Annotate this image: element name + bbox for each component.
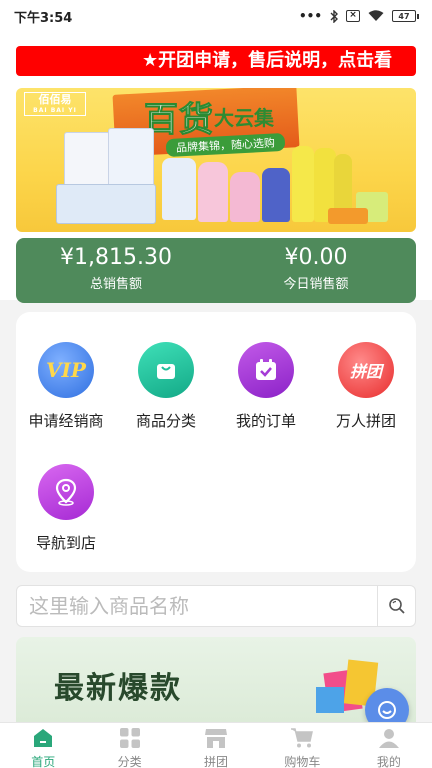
vip-icon: VIP	[38, 342, 94, 398]
group-buy-icon-text: 拼团	[349, 362, 382, 381]
brand-logo-subtext: BAI BAI YI	[33, 107, 77, 114]
tab-group-buy-label: 拼团	[204, 755, 229, 768]
notice-text: ★开团申请，售后说明，点击看	[142, 50, 393, 71]
product-bottle	[198, 162, 228, 222]
menu-label: 申请经销商	[28, 412, 104, 430]
banner-title-secondary: 大云集	[214, 106, 274, 130]
menu-item-group-buy[interactable]: 拼团 万人拼团	[316, 342, 416, 452]
home-icon	[34, 729, 53, 747]
menu-label: 我的订单	[235, 412, 296, 430]
cart-icon	[291, 728, 314, 748]
product-tissue-box	[108, 128, 154, 188]
banner-title: 百货	[144, 100, 214, 141]
no-sim-icon: ×	[346, 10, 360, 22]
menu-item-my-orders[interactable]: 我的订单	[216, 342, 316, 452]
location-pin-icon	[38, 464, 94, 520]
search-bar	[16, 585, 416, 627]
tab-home[interactable]: 首页	[0, 723, 86, 768]
promo-banner[interactable]: 佰佰易 BAI BAI YI 百货 大云集 品牌集锦，随心选购	[16, 88, 416, 232]
bag-icon	[138, 342, 194, 398]
search-button[interactable]	[377, 586, 415, 626]
menu-item-categories[interactable]: 商品分类	[116, 342, 216, 452]
tab-home-label: 首页	[31, 755, 56, 768]
calendar-check-icon	[238, 342, 294, 398]
total-sales-amount: ¥1,815.30	[60, 245, 172, 270]
today-sales-label: 今日销售额	[283, 277, 349, 292]
feature-menu: VIP 申请经销商 商品分类 我的订单 拼团 万人拼团 导航到店	[16, 312, 416, 572]
store-icon	[205, 729, 228, 748]
sales-summary-card: ¥1,815.30 总销售额 ¥0.00 今日销售额	[16, 238, 416, 303]
grid-icon	[119, 728, 140, 748]
wifi-icon	[368, 10, 384, 21]
battery-icon: 47	[392, 10, 419, 22]
status-time: 下午3:54	[14, 10, 73, 26]
vip-icon-text: VIP	[46, 358, 86, 382]
today-sales-amount: ¥0.00	[284, 245, 348, 270]
bottom-tab-bar: 首页 分类 拼团 购物车 我的	[0, 722, 432, 768]
notice-marquee[interactable]: ★开团申请，售后说明，点击看	[16, 46, 416, 76]
product-bottle	[292, 146, 314, 222]
group-buy-icon: 拼团	[338, 342, 394, 398]
tab-profile[interactable]: 我的	[346, 723, 432, 768]
status-bar: 下午3:54 ••• × 47	[0, 0, 432, 32]
bluetooth-icon	[330, 9, 338, 23]
product-sponge	[328, 208, 368, 224]
menu-label: 导航到店	[35, 534, 96, 552]
tab-categories[interactable]: 分类	[86, 723, 172, 768]
product-tissue-box	[56, 184, 156, 224]
tab-group-buy[interactable]: 拼团	[173, 723, 259, 768]
tab-cart-label: 购物车	[284, 755, 321, 768]
product-bottle	[262, 168, 290, 222]
hot-items-banner[interactable]: 最新爆款	[16, 637, 416, 722]
tab-cart[interactable]: 购物车	[259, 723, 345, 768]
brand-logo-text: 佰佰易	[38, 93, 72, 106]
menu-label: 商品分类	[135, 412, 196, 430]
chat-icon	[378, 701, 396, 719]
today-sales: ¥0.00 今日销售额	[216, 238, 416, 303]
menu-item-navigate-store[interactable]: 导航到店	[16, 464, 116, 574]
total-sales-label: 总销售额	[89, 277, 142, 292]
product-bottle	[230, 172, 260, 222]
brand-logo: 佰佰易 BAI BAI YI	[24, 92, 86, 116]
menu-label: 万人拼团	[335, 412, 396, 430]
status-icons: ••• × 47	[298, 9, 419, 23]
hot-items-title: 最新爆款	[54, 671, 182, 706]
total-sales: ¥1,815.30 总销售额	[16, 238, 216, 303]
menu-item-apply-dealer[interactable]: VIP 申请经销商	[16, 342, 116, 452]
product-detergent	[162, 158, 196, 220]
search-input[interactable]	[17, 586, 377, 626]
product-tissue-box	[64, 132, 110, 188]
more-dots-icon: •••	[298, 9, 322, 23]
search-icon	[388, 598, 405, 614]
user-icon	[378, 729, 399, 748]
tab-profile-label: 我的	[376, 755, 401, 768]
tab-categories-label: 分类	[117, 755, 142, 768]
